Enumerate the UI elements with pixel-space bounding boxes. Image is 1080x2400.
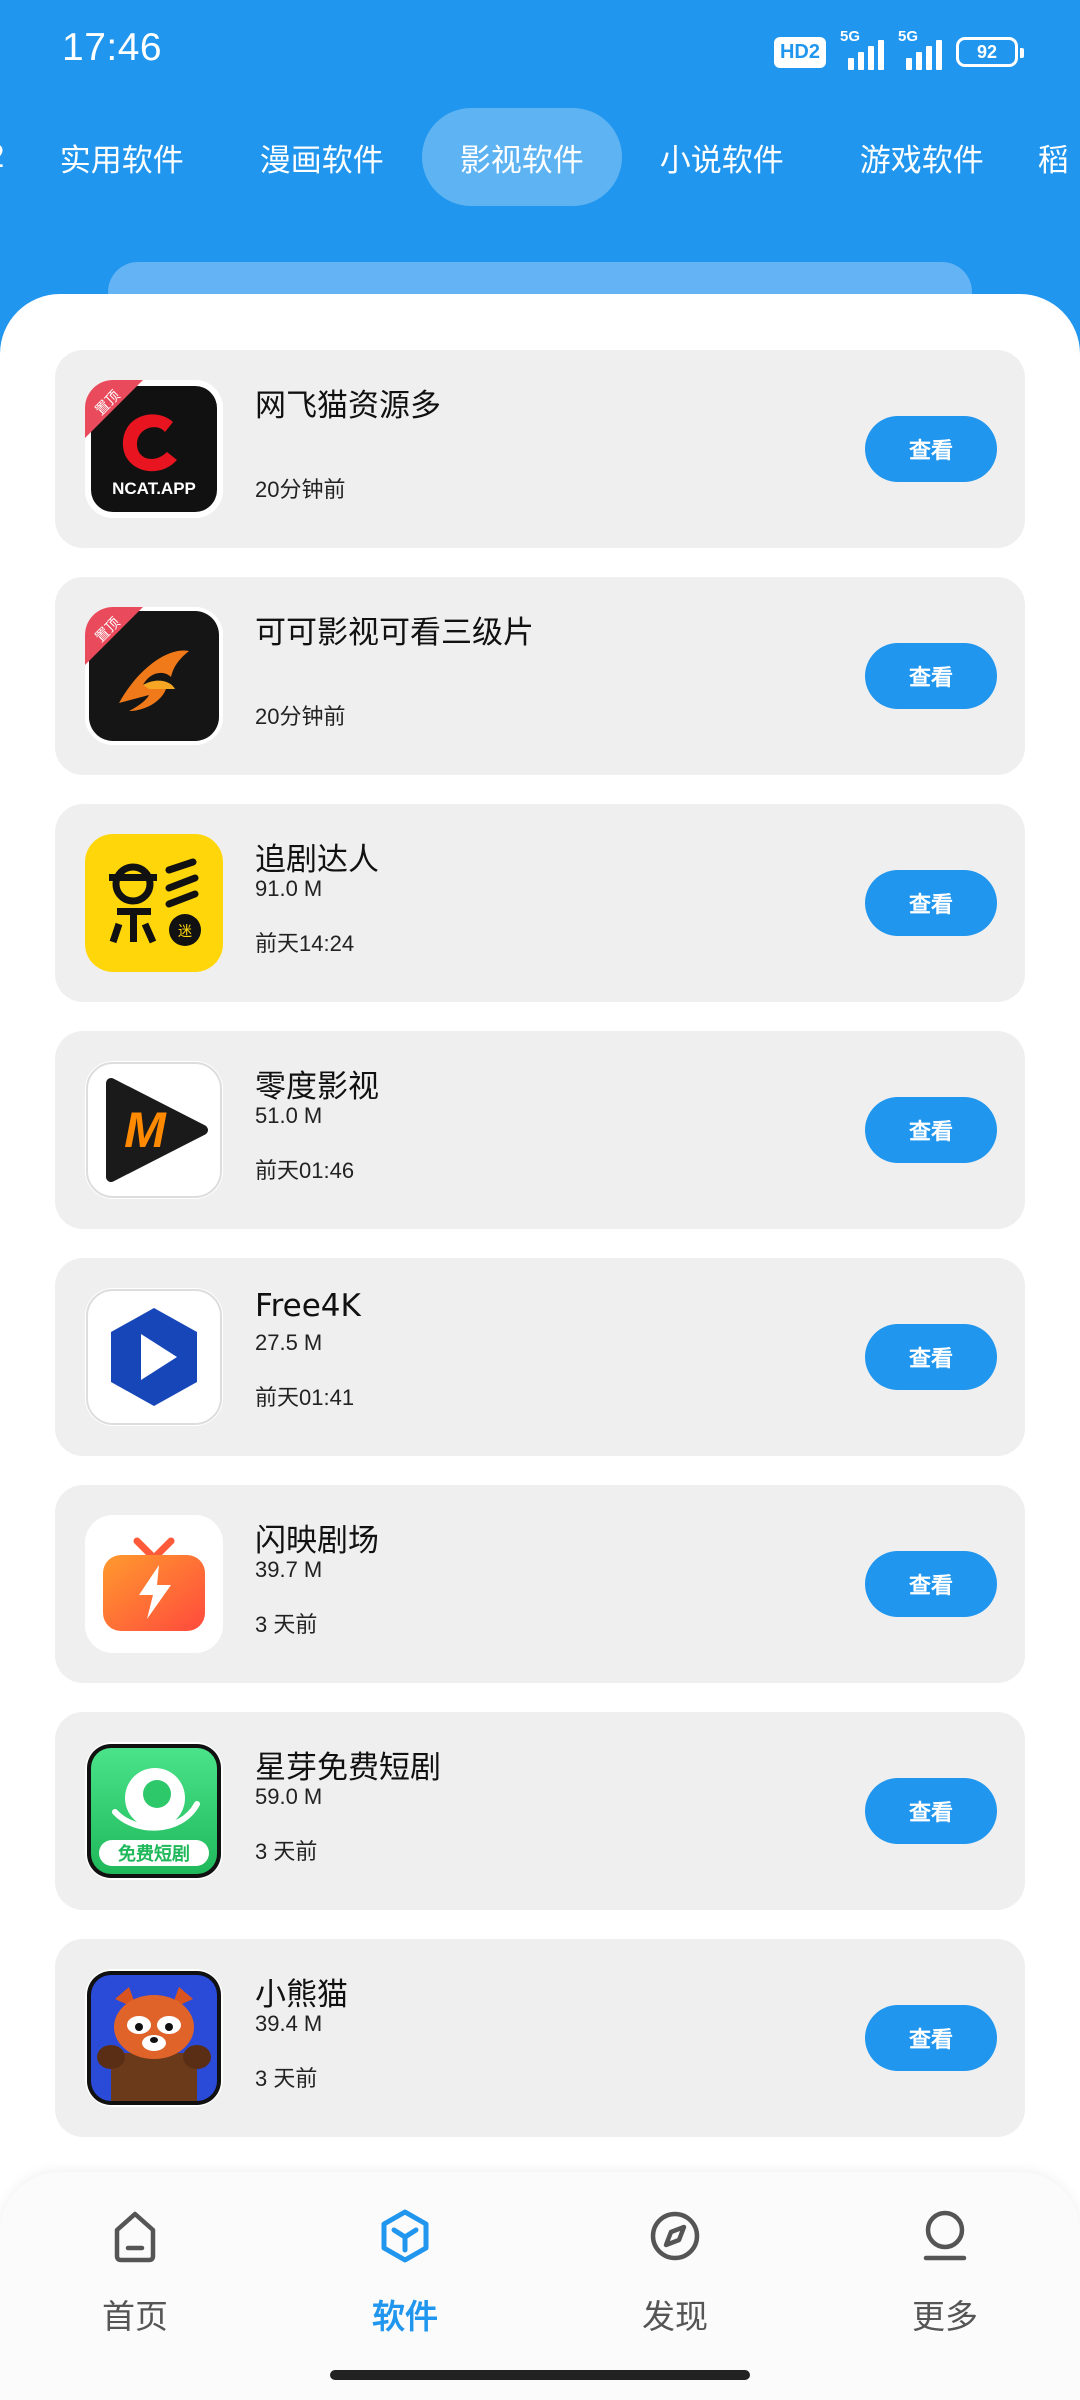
svg-text:迷: 迷 (178, 924, 192, 940)
view-button[interactable]: 查看 (865, 1097, 997, 1163)
tab-comic-apps[interactable]: 漫画软件 (222, 108, 422, 206)
app-name: 追剧达人 (255, 842, 379, 878)
app-name: 零度影视 (255, 1069, 379, 1105)
app-card[interactable]: 迷 追剧达人 91.0 M 前天14:24 查看 (55, 804, 1025, 1002)
keke-app-icon: 置顶 (85, 607, 223, 745)
app-updated-time: 前天01:46 (255, 1158, 355, 1183)
status-indicators: HD2 5G 5G 92 (773, 28, 1024, 74)
nav-software[interactable]: 软件 (305, 2204, 505, 2354)
ncat-app-icon: NCAT.APP 置顶 (85, 380, 223, 518)
nav-discover[interactable]: 发现 (575, 2204, 775, 2354)
lingdu-logo-letter: M (124, 1102, 167, 1158)
category-tabs-track: 2 实用软件 漫画软件 影视软件 小说软件 游戏软件 稻 (0, 108, 1080, 206)
signal-strength-icon: 5G (840, 28, 884, 70)
view-button[interactable]: 查看 (865, 1551, 997, 1617)
tab-video-apps[interactable]: 影视软件 (421, 108, 622, 206)
hd-voice-badge: HD2 (773, 36, 826, 68)
app-size: 27.5 M (255, 1330, 323, 1355)
app-card[interactable]: 小熊猫 39.4 M 3 天前 查看 (55, 1939, 1025, 2137)
app-card[interactable]: 闪映剧场 39.7 M 3 天前 查看 (55, 1485, 1025, 1683)
status-time: 17:46 (62, 26, 163, 69)
view-button[interactable]: 查看 (865, 2005, 997, 2071)
tab-novel-apps[interactable]: 小说软件 (622, 108, 822, 206)
tab-partial-right[interactable]: 稻 (1022, 108, 1080, 206)
app-name: 小熊猫 (255, 1977, 348, 2013)
app-name: 闪映剧场 (255, 1523, 379, 1559)
app-size: 51.0 M (255, 1103, 323, 1128)
app-updated-time: 3 天前 (255, 1612, 318, 1637)
app-updated-time: 前天01:41 (255, 1385, 355, 1410)
xingya-app-icon: 免费短剧 (85, 1742, 223, 1880)
person-icon (923, 2210, 967, 2261)
tab-partial-left[interactable]: 2 (0, 108, 22, 206)
app-size: 91.0 M (255, 876, 323, 901)
signal-strength-icon: 5G (898, 28, 942, 70)
app-updated-time: 20分钟前 (255, 704, 346, 729)
nav-software-label: 软件 (372, 2297, 438, 2336)
app-card[interactable]: 免费短剧 星芽免费短剧 59.0 M 3 天前 查看 (55, 1712, 1025, 1910)
app-updated-time: 20分钟前 (255, 477, 346, 502)
app-name: 星芽免费短剧 (255, 1750, 441, 1786)
battery-level: 92 (976, 41, 998, 62)
app-updated-time: 前天14:24 (255, 931, 355, 956)
app-card[interactable]: NCAT.APP 置顶 网飞猫资源多 20分钟前 查看 (55, 350, 1025, 548)
free4k-app-icon (85, 1288, 223, 1426)
network-type-label: 5G (898, 28, 919, 45)
network-type-label: 5G (840, 28, 861, 45)
lingdu-app-icon: M (85, 1061, 223, 1199)
battery-icon: 92 (956, 37, 1024, 67)
nav-more[interactable]: 更多 (845, 2204, 1045, 2354)
tab-game-apps[interactable]: 游戏软件 (822, 108, 1022, 206)
view-button[interactable]: 查看 (865, 416, 997, 482)
zhuiju-app-icon: 迷 (85, 834, 223, 972)
app-size: 59.0 M (255, 1784, 323, 1809)
home-indicator[interactable] (330, 2370, 750, 2380)
app-updated-time: 3 天前 (255, 1839, 318, 1864)
app-card[interactable]: 置顶 可可影视可看三级片 20分钟前 查看 (55, 577, 1025, 775)
xingya-logo-text: 免费短剧 (118, 1843, 190, 1865)
cube-icon (381, 2209, 429, 2263)
category-tabs: 2 实用软件 漫画软件 影视软件 小说软件 游戏软件 稻 (0, 108, 1080, 206)
ncat-logo-text: NCAT.APP (112, 479, 196, 498)
app-name: 可可影视可看三级片 (255, 615, 534, 651)
home-icon (114, 2211, 156, 2263)
app-card[interactable]: Free4K 27.5 M 前天01:41 查看 (55, 1258, 1025, 1456)
app-name: 网飞猫资源多 (255, 388, 441, 424)
shanying-app-icon (85, 1515, 223, 1653)
app-name: Free4K (255, 1288, 361, 1324)
view-button[interactable]: 查看 (865, 1778, 997, 1844)
nav-home-label: 首页 (102, 2297, 168, 2336)
compass-icon (650, 2211, 700, 2261)
tab-utility-apps[interactable]: 实用软件 (22, 108, 222, 206)
app-size: 39.4 M (255, 2011, 323, 2036)
nav-home[interactable]: 首页 (35, 2204, 235, 2354)
app-size: 39.7 M (255, 1557, 323, 1582)
app-card[interactable]: M 零度影视 51.0 M 前天01:46 查看 (55, 1031, 1025, 1229)
status-bar: 17:46 HD2 5G 5G 92 (0, 0, 1080, 100)
view-button[interactable]: 查看 (865, 870, 997, 936)
nav-more-label: 更多 (912, 2297, 978, 2336)
red-panda-app-icon (85, 1969, 223, 2107)
app-updated-time: 3 天前 (255, 2066, 318, 2091)
view-button[interactable]: 查看 (865, 643, 997, 709)
nav-discover-label: 发现 (642, 2297, 708, 2336)
view-button[interactable]: 查看 (865, 1324, 997, 1390)
bottom-navigation: 首页 软件 发现 更多 (0, 2172, 1080, 2400)
